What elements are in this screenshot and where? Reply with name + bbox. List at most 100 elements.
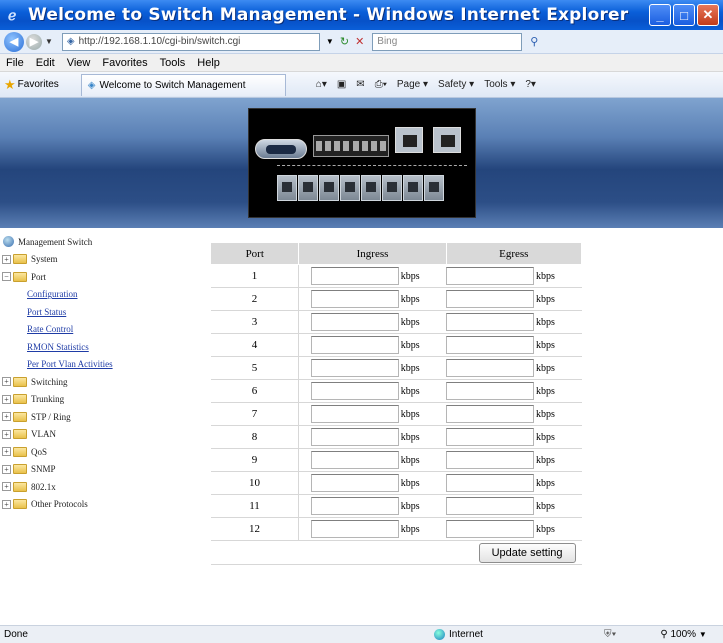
tree-label: Port	[31, 271, 47, 282]
stop-icon[interactable]: ✕	[355, 35, 364, 48]
menu-tools[interactable]: Tools	[160, 57, 186, 69]
zoom-value: 100%	[670, 629, 697, 640]
egress-rate-input[interactable]	[446, 267, 535, 285]
egress-rate-input[interactable]	[446, 497, 535, 515]
egress-rate-input[interactable]	[446, 290, 535, 308]
egress-rate-input[interactable]	[446, 405, 535, 423]
close-button[interactable]: ✕	[697, 4, 719, 26]
tree-root[interactable]: Management Switch	[0, 233, 200, 251]
ingress-rate-input[interactable]	[310, 451, 399, 469]
expand-icon[interactable]: +	[2, 254, 11, 264]
egress-unit: kbps	[536, 333, 582, 357]
collapse-icon[interactable]: −	[2, 272, 11, 282]
ingress-rate-input[interactable]	[310, 428, 399, 446]
back-button[interactable]: ◀	[4, 31, 24, 52]
tree-item-stp-ring[interactable]: + STP / Ring	[0, 408, 200, 426]
print-icon[interactable]: ⎙▾	[375, 79, 387, 90]
egress-rate-input[interactable]	[446, 336, 535, 354]
ingress-rate-input[interactable]	[310, 474, 399, 492]
refresh-icon[interactable]: ↻	[340, 35, 349, 48]
page-menu[interactable]: Page ▾	[397, 79, 428, 90]
egress-cell	[446, 471, 537, 495]
egress-rate-input[interactable]	[446, 382, 535, 400]
per-port-vlan-link[interactable]: Per Port Vlan Activities	[27, 359, 113, 369]
mail-icon[interactable]: ✉	[356, 79, 364, 90]
expand-icon[interactable]: +	[2, 499, 11, 509]
tree-item-system[interactable]: + System	[0, 251, 200, 269]
forward-button[interactable]: ▶	[26, 33, 42, 50]
configuration-link[interactable]: Configuration	[27, 289, 78, 299]
menu-view[interactable]: View	[67, 57, 91, 69]
expand-icon[interactable]: +	[2, 447, 11, 457]
tree-item-8021x[interactable]: + 802.1x	[0, 478, 200, 496]
port-status-link[interactable]: Port Status	[27, 307, 66, 317]
ingress-rate-input[interactable]	[310, 405, 399, 423]
expand-icon[interactable]: +	[2, 394, 11, 404]
expand-icon[interactable]: +	[2, 412, 11, 422]
update-setting-button[interactable]: Update setting	[478, 542, 576, 563]
expand-icon[interactable]: +	[2, 464, 11, 474]
security-zone[interactable]: Internet	[434, 629, 584, 640]
ingress-rate-input[interactable]	[310, 313, 399, 331]
tree-item-trunking[interactable]: + Trunking	[0, 391, 200, 409]
tree-item-port[interactable]: − Port	[0, 268, 200, 286]
zoom-level[interactable]: ⚲ 100% ▼	[660, 629, 706, 640]
search-input[interactable]: Bing	[372, 32, 523, 51]
menu-favorites[interactable]: Favorites	[102, 57, 147, 69]
expand-icon[interactable]: +	[2, 482, 11, 492]
safety-menu[interactable]: Safety ▾	[438, 79, 474, 90]
feeds-icon[interactable]: ▣	[337, 79, 346, 90]
rmon-statistics-link[interactable]: RMON Statistics	[27, 342, 89, 352]
minimize-button[interactable]: _	[649, 4, 671, 26]
folder-icon	[13, 411, 27, 422]
tree-item-snmp[interactable]: + SNMP	[0, 461, 200, 479]
expand-icon[interactable]: +	[2, 429, 11, 439]
tree-item-qos[interactable]: + QoS	[0, 443, 200, 461]
expand-icon[interactable]: +	[2, 377, 11, 387]
menu-edit[interactable]: Edit	[36, 57, 55, 69]
star-icon: ★	[4, 76, 16, 92]
ingress-rate-input[interactable]	[310, 382, 399, 400]
egress-unit: kbps	[536, 517, 582, 541]
ingress-rate-input[interactable]	[310, 359, 399, 377]
ingress-rate-input[interactable]	[310, 520, 399, 538]
rate-control-link[interactable]: Rate Control	[27, 324, 73, 334]
tree-link-rate-control[interactable]: Rate Control	[0, 321, 200, 339]
history-dropdown-icon[interactable]: ▼	[45, 37, 53, 46]
tree-link-rmon-statistics[interactable]: RMON Statistics	[0, 338, 200, 356]
ingress-unit: kbps	[400, 333, 447, 357]
ingress-rate-input[interactable]	[310, 336, 399, 354]
tree-link-port-status[interactable]: Port Status	[0, 303, 200, 321]
home-icon[interactable]: ⌂▾	[316, 79, 327, 90]
menu-help[interactable]: Help	[197, 57, 220, 69]
help-icon[interactable]: ?▾	[525, 79, 536, 90]
tree-item-other-protocols[interactable]: + Other Protocols	[0, 496, 200, 514]
egress-rate-input[interactable]	[446, 359, 535, 377]
tree-link-per-port-vlan[interactable]: Per Port Vlan Activities	[0, 356, 200, 374]
port-number: 8	[210, 425, 299, 449]
egress-rate-input[interactable]	[446, 451, 535, 469]
egress-rate-input[interactable]	[446, 313, 535, 331]
console-port-icon	[255, 139, 307, 159]
url-input[interactable]: ◈ http://192.168.1.10/cgi-bin/switch.cgi	[61, 32, 320, 51]
protected-mode-icon[interactable]: ⛨▾	[604, 629, 616, 640]
tab-switch-management[interactable]: ◈ Welcome to Switch Management	[80, 73, 286, 96]
port-number: 7	[210, 402, 299, 426]
ingress-rate-input[interactable]	[310, 497, 399, 515]
ingress-rate-input[interactable]	[310, 290, 399, 308]
ingress-rate-input[interactable]	[310, 267, 399, 285]
tree-link-configuration[interactable]: Configuration	[0, 286, 200, 304]
egress-rate-input[interactable]	[446, 520, 535, 538]
search-icon[interactable]: ⚲	[530, 35, 538, 48]
window-title-bar[interactable]: ℯ Welcome to Switch Management - Windows…	[0, 0, 723, 30]
egress-rate-input[interactable]	[446, 474, 535, 492]
folder-open-icon	[13, 271, 27, 282]
favorites-button[interactable]: ★ Favorites	[4, 77, 59, 93]
tools-menu[interactable]: Tools ▾	[484, 79, 515, 90]
menu-file[interactable]: File	[6, 57, 24, 69]
tree-item-vlan[interactable]: + VLAN	[0, 426, 200, 444]
address-dropdown-icon[interactable]: ▼	[326, 37, 334, 46]
tree-item-switching[interactable]: + Switching	[0, 373, 200, 391]
maximize-button[interactable]: □	[673, 4, 695, 26]
egress-rate-input[interactable]	[446, 428, 535, 446]
